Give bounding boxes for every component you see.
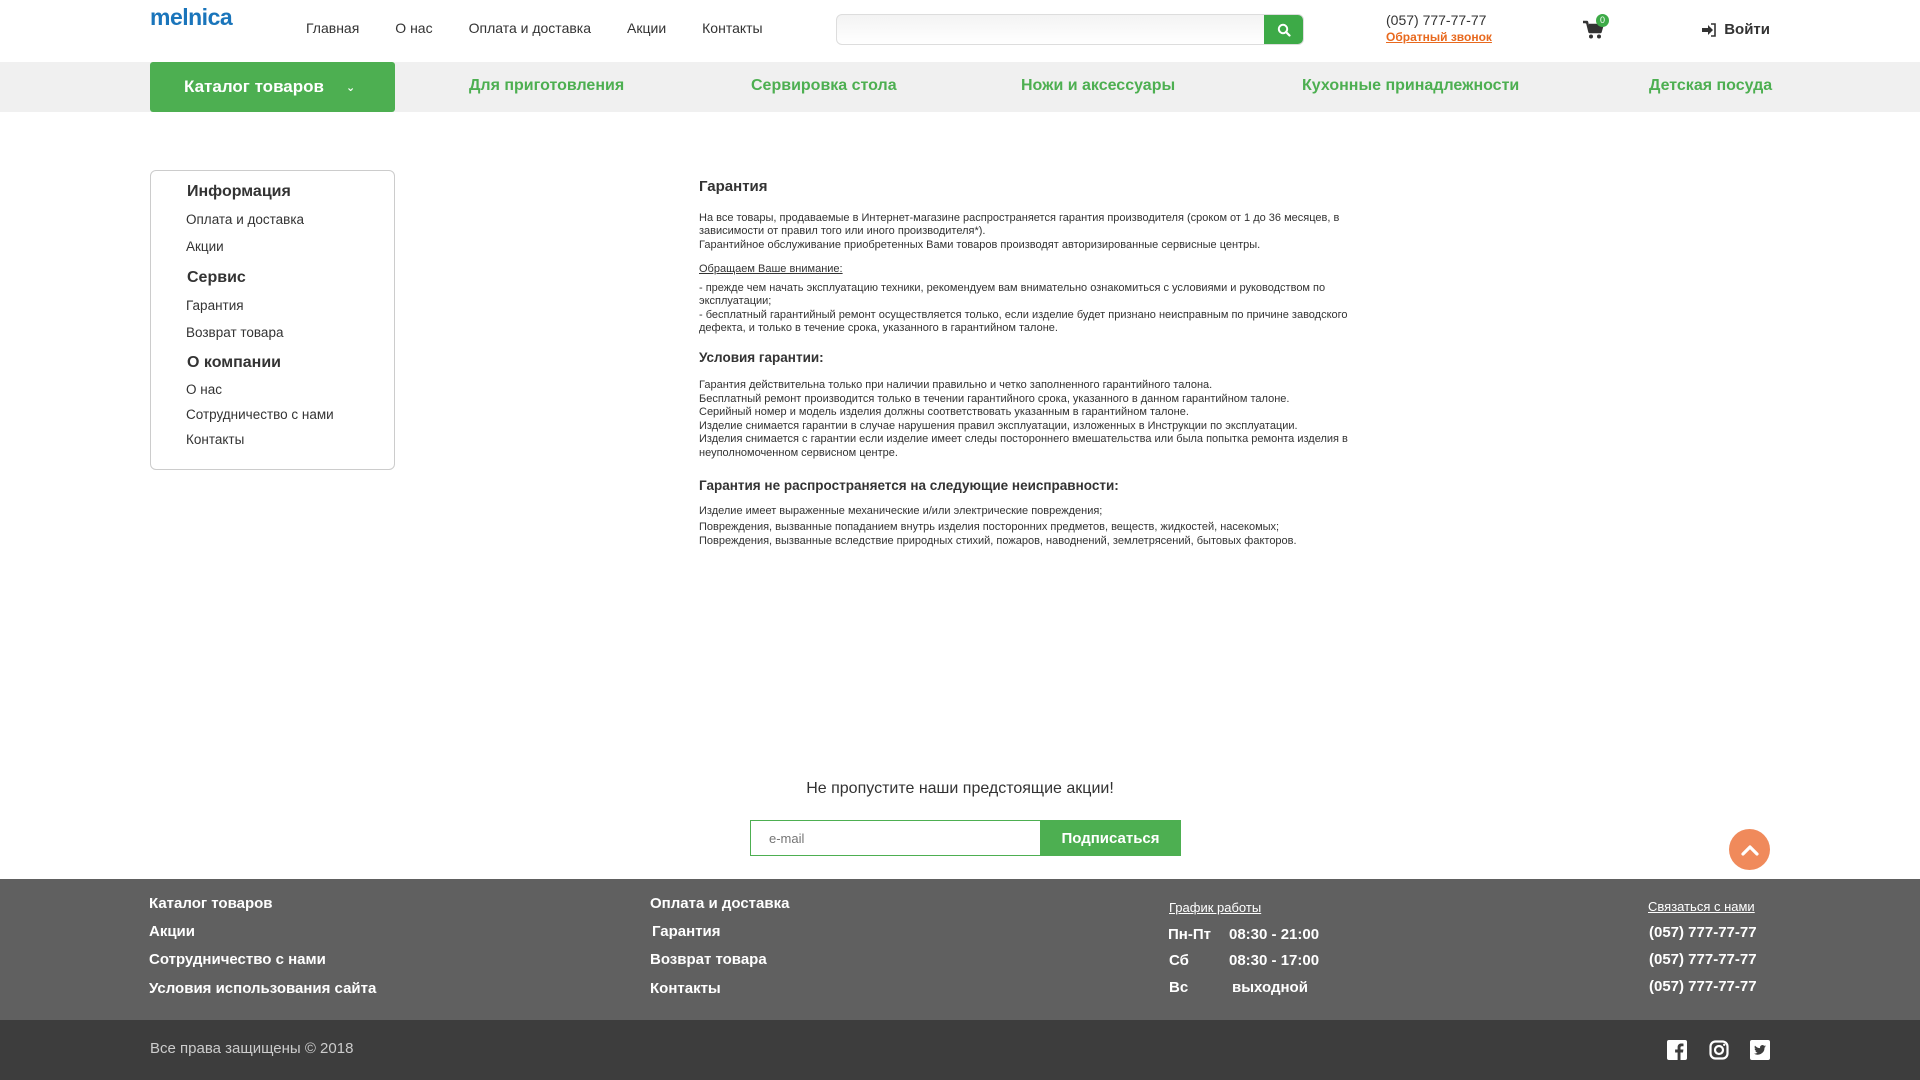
sidebar-item-promotions[interactable]: Акции (186, 239, 224, 254)
header-phone[interactable]: (057) 777-77-77 (1386, 12, 1486, 28)
footer-phone[interactable]: (057) 777-77-77 (1649, 924, 1757, 941)
catalog-label: Каталог товаров (184, 77, 324, 96)
condition-item: Гарантия действительна только при наличи… (699, 379, 1213, 391)
search-input[interactable] (837, 15, 1265, 44)
footer-link-promotions[interactable]: Акции (149, 923, 195, 940)
subscribe-title: Не пропустите наши предстоящие акции! (806, 780, 1114, 797)
sidebar-item-payment[interactable]: Оплата и доставка (186, 212, 304, 227)
scroll-to-top-button[interactable] (1729, 829, 1770, 870)
sidebar-item-cooperation[interactable]: Сотрудничество с нами (186, 407, 334, 422)
footer-link-warranty[interactable]: Гарантия (652, 923, 721, 940)
sidebar-menu: Информация Оплата и доставка Акции Серви… (150, 170, 395, 470)
cart-count-badge: 0 (1596, 14, 1609, 27)
sidebar-item-warranty[interactable]: Гарантия (186, 298, 244, 313)
attention-note: Обращаем Ваше внимание: (699, 263, 843, 275)
search-button[interactable] (1264, 15, 1303, 44)
condition-item: Изделия снимается с гарантии если издели… (699, 433, 1348, 459)
schedule-heading: График работы (1169, 900, 1262, 915)
login-button[interactable]: Войти (1701, 21, 1770, 38)
main-content: Гарантия На все товары, продаваемые в Ин… (699, 178, 1349, 548)
schedule-time: выходной (1232, 979, 1308, 996)
condition-item: Изделие снимается гарантии в случае нару… (699, 419, 1298, 432)
footer-link-terms[interactable]: Условия использования сайта (149, 980, 376, 997)
sidebar-section-service: Сервис (187, 269, 246, 286)
footer-phone[interactable]: (057) 777-77-77 (1649, 951, 1757, 968)
email-field[interactable] (750, 820, 1041, 856)
nav-payment-delivery[interactable]: Оплата и доставка (469, 20, 591, 36)
category-kitchen-tools[interactable]: Кухонные принадлежности (1302, 77, 1519, 95)
sidebar-item-returns[interactable]: Возврат товара (186, 325, 283, 340)
nav-home[interactable]: Главная (306, 20, 359, 36)
chevron-up-icon (1740, 844, 1759, 856)
top-nav: Главная О нас Оплата и доставка Акции Ко… (306, 20, 799, 36)
footer-phone[interactable]: (057) 777-77-77 (1649, 978, 1757, 995)
nav-promotions[interactable]: Акции (627, 20, 666, 36)
schedule-time: 08:30 - 17:00 (1229, 952, 1320, 969)
note-item: - прежде чем начать эксплуатацию техники… (699, 281, 1326, 308)
category-bar: Каталог товаров ⌄ Для приготовления Серв… (0, 62, 1920, 112)
catalog-button[interactable]: Каталог товаров ⌄ (150, 62, 395, 112)
sidebar-section-info: Информация (187, 183, 291, 200)
nav-contacts[interactable]: Контакты (702, 20, 762, 36)
schedule-day: Пн-Пт (1168, 926, 1211, 943)
footer-bottom-bar: Все права защищены © 2018 (0, 1020, 1920, 1080)
conditions-heading: Условия гарантии: (699, 349, 824, 365)
intro-paragraph: На все товары, продаваемые в Интернет-ма… (699, 211, 1340, 238)
exclusion-item: Изделие имеет выраженные механические и/… (699, 504, 1103, 517)
exclusion-item: Повреждения, вызванные вследствие природ… (699, 534, 1297, 547)
footer-link-contacts[interactable]: Контакты (650, 980, 721, 997)
facebook-icon[interactable] (1667, 1040, 1687, 1060)
footer-link-cooperation[interactable]: Сотрудничество с нами (149, 951, 326, 968)
category-kids-tableware[interactable]: Детская посуда (1649, 77, 1772, 95)
schedule-time: 08:30 - 21:00 (1229, 926, 1320, 943)
copyright: Все права защищены © 2018 (150, 1040, 354, 1057)
exclusion-item: Повреждения, вызванные попаданием внутрь… (699, 521, 1280, 533)
category-cooking[interactable]: Для приготовления (469, 77, 624, 95)
sidebar-item-about[interactable]: О нас (186, 382, 222, 397)
sidebar-item-contacts[interactable]: Контакты (186, 432, 244, 447)
schedule-day: Сб (1169, 952, 1189, 969)
page-title: Гарантия (699, 178, 768, 195)
callback-link[interactable]: Обратный звонок (1386, 30, 1492, 44)
schedule-day: Вс (1169, 979, 1189, 996)
site-footer: Каталог товаров Акции Сотрудничество с н… (0, 879, 1920, 1020)
exclusions-heading: Гарантия не распространяется на следующи… (699, 478, 1119, 493)
cart-button[interactable]: 0 (1582, 14, 1609, 45)
chevron-down-icon: ⌄ (345, 81, 356, 94)
category-table-serving[interactable]: Сервировка стола (751, 77, 897, 95)
note-item: - бесплатный гарантийный ремонт осуществ… (699, 308, 1348, 335)
logo[interactable]: melnica (150, 4, 233, 31)
login-label: Войти (1724, 21, 1770, 38)
sign-in-icon (1702, 22, 1717, 37)
footer-link-catalog[interactable]: Каталог товаров (149, 895, 273, 912)
condition-item: Бесплатный ремонт производится только в … (699, 392, 1290, 405)
search-icon (1277, 23, 1291, 37)
nav-about[interactable]: О нас (395, 20, 432, 36)
instagram-icon[interactable] (1709, 1040, 1729, 1060)
contact-heading[interactable]: Связаться с нами (1648, 899, 1755, 914)
intro-paragraph: Гарантийное обслуживание приобретенных В… (699, 238, 1261, 251)
site-header: melnica Главная О нас Оплата и доставка … (0, 0, 1920, 62)
footer-link-returns[interactable]: Возврат товара (650, 951, 767, 968)
condition-item: Серийный номер и модель изделия должны с… (699, 406, 1189, 418)
footer-link-payment[interactable]: Оплата и доставка (650, 895, 789, 912)
twitter-icon[interactable] (1750, 1040, 1770, 1060)
category-knives[interactable]: Ножи и аксессуары (1021, 77, 1175, 95)
sidebar-section-company: О компании (187, 354, 281, 371)
subscribe-button[interactable]: Подписаться (1040, 820, 1181, 856)
search-box (836, 14, 1304, 45)
